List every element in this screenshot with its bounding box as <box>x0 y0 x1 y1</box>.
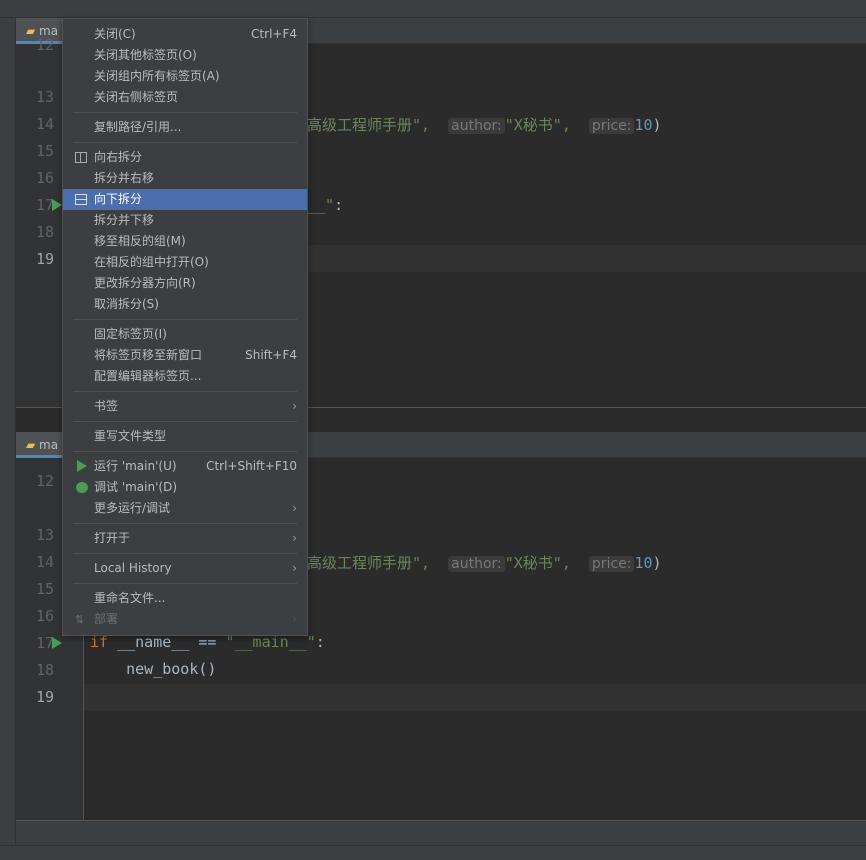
deploy-arrows-icon: ⇅ <box>75 613 85 626</box>
split-vertical-icon <box>75 152 87 163</box>
menu-separator <box>73 421 297 422</box>
line-number: 14 <box>36 553 55 571</box>
tool-window-strip <box>0 18 16 845</box>
menu-item-open-opposite[interactable]: 在相反的组中打开(O) <box>63 252 307 273</box>
menu-item-debug[interactable]: 调试 'main'(D) <box>63 477 307 498</box>
line-number: 19 <box>36 250 55 268</box>
menu-separator <box>73 142 297 143</box>
menu-item-copy-path[interactable]: 复制路径/引用... <box>63 117 307 138</box>
status-bar <box>0 845 866 860</box>
line-number: 13 <box>36 88 55 106</box>
menu-item-configure-tabs[interactable]: 配置编辑器标签页... <box>63 366 307 387</box>
menu-item-pin-tab[interactable]: 固定标签页(I) <box>63 324 307 345</box>
menu-separator <box>73 319 297 320</box>
line-number: 13 <box>36 526 55 544</box>
line-number: 19 <box>36 688 55 706</box>
menu-item-close-right[interactable]: 关闭右侧标签页 <box>63 87 307 108</box>
menu-item-move-opposite[interactable]: 移至相反的组(M) <box>63 231 307 252</box>
current-line-highlight <box>84 684 866 711</box>
menu-separator <box>73 583 297 584</box>
menu-item-bookmarks[interactable]: 书签 › <box>63 396 307 417</box>
menu-item-run[interactable]: 运行 'main'(U) Ctrl+Shift+F10 <box>63 456 307 477</box>
chevron-right-icon: › <box>292 612 297 626</box>
menu-item-split-move-down[interactable]: 拆分并下移 <box>63 210 307 231</box>
menu-separator <box>73 553 297 554</box>
chevron-right-icon: › <box>292 531 297 545</box>
run-gutter-icon[interactable] <box>52 199 62 211</box>
menu-item-change-orientation[interactable]: 更改拆分器方向(R) <box>63 273 307 294</box>
menu-separator <box>73 391 297 392</box>
chevron-right-icon: › <box>292 501 297 515</box>
menu-item-move-new-window[interactable]: 将标签页移至新窗口 Shift+F4 <box>63 345 307 366</box>
menu-item-split-move-right[interactable]: 拆分并右移 <box>63 168 307 189</box>
code-line-14[interactable]: 高级工程师手册", author: "X秘书", price: 10) <box>307 114 662 135</box>
menu-item-local-history[interactable]: Local History › <box>63 558 307 579</box>
menu-separator <box>73 523 297 524</box>
chevron-right-icon: › <box>292 561 297 575</box>
title-bar <box>0 0 866 18</box>
menu-item-close[interactable]: 关闭(C) Ctrl+F4 <box>63 24 307 45</box>
split-horizontal-icon <box>75 194 87 205</box>
code-line-18[interactable]: new_book() <box>90 660 216 678</box>
chevron-right-icon: › <box>292 399 297 413</box>
line-number: 16 <box>36 607 55 625</box>
menu-item-split-right[interactable]: 向右拆分 <box>63 147 307 168</box>
menu-item-more-run-debug[interactable]: 更多运行/调试 › <box>63 498 307 519</box>
line-number: 14 <box>36 115 55 133</box>
line-number: 16 <box>36 169 55 187</box>
tab-label: ma <box>39 438 59 452</box>
menu-item-close-others[interactable]: 关闭其他标签页(O) <box>63 45 307 66</box>
bottom-tool-bar <box>16 820 866 845</box>
line-number: 18 <box>36 661 55 679</box>
run-icon <box>77 460 87 472</box>
menu-item-open-in[interactable]: 打开于 › <box>63 528 307 549</box>
tab-context-menu: 关闭(C) Ctrl+F4 关闭其他标签页(O) 关闭组内所有标签页(A) 关闭右… <box>62 18 308 636</box>
code-line-14[interactable]: 高级工程师手册", author: "X秘书", price: 10) <box>307 552 662 573</box>
menu-item-unsplit[interactable]: 取消拆分(S) <box>63 294 307 315</box>
line-number: 15 <box>36 142 55 160</box>
line-number: 18 <box>36 223 55 241</box>
menu-separator <box>73 112 297 113</box>
menu-item-close-all-in-group[interactable]: 关闭组内所有标签页(A) <box>63 66 307 87</box>
menu-item-rename-file[interactable]: 重命名文件... <box>63 588 307 609</box>
menu-item-split-down[interactable]: 向下拆分 <box>63 189 307 210</box>
line-number: 15 <box>36 580 55 598</box>
menu-separator <box>73 451 297 452</box>
code-line-17[interactable]: __": <box>307 196 343 214</box>
line-number: 12 <box>36 472 55 490</box>
debug-bug-icon <box>76 482 88 493</box>
line-number: 12 <box>36 36 55 54</box>
menu-item-deploy: ⇅ 部署 › <box>63 609 307 630</box>
menu-item-override-file-type[interactable]: 重写文件类型 <box>63 426 307 447</box>
run-gutter-icon[interactable] <box>52 637 62 649</box>
python-file-icon: ▰ <box>26 438 40 452</box>
